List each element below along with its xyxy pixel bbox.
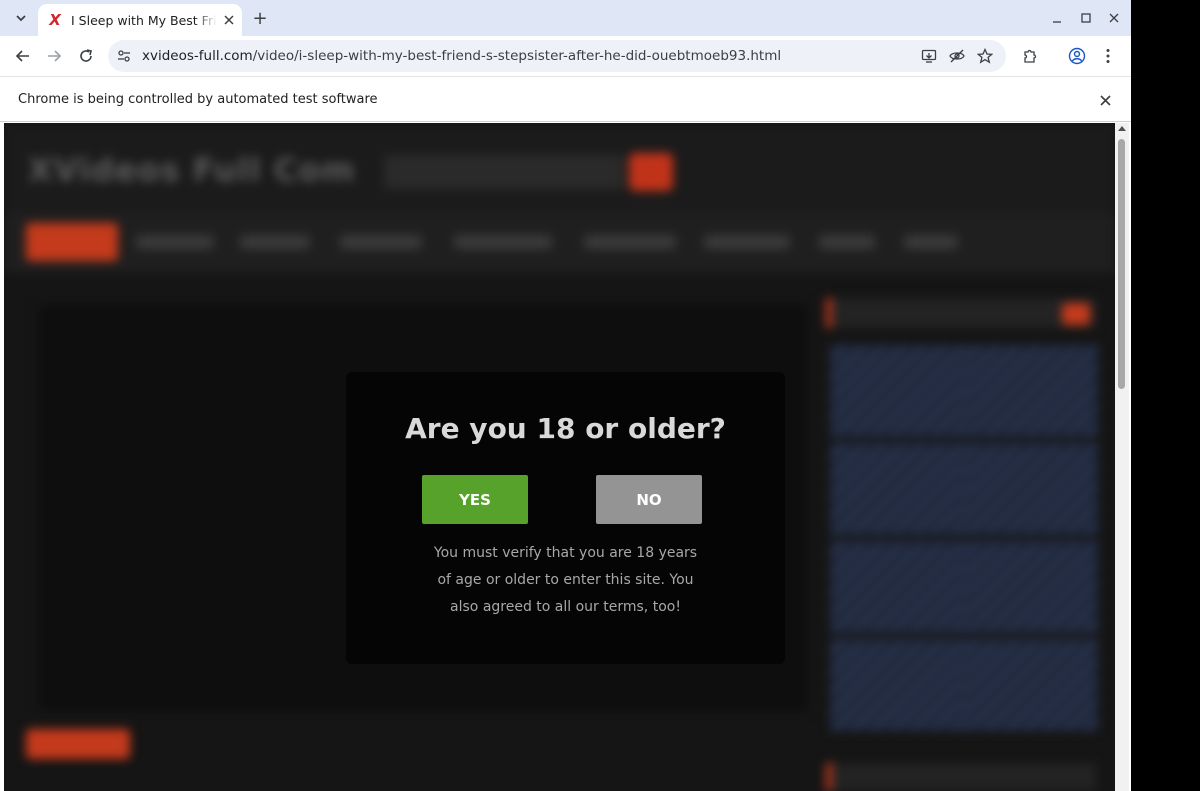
url-text[interactable]: xvideos-full.com/video/i-sleep-with-my-b… [142,48,781,64]
yes-button[interactable]: YES [422,475,528,524]
browser-window: X I Sleep with My Best Friend's Stepsist… [0,0,1131,791]
video-thumbnail [830,639,964,731]
close-icon [1099,94,1111,106]
infobar-close-button[interactable] [1095,90,1115,110]
site-nav-item [340,235,422,249]
automation-infobar: Chrome is being controlled by automated … [0,76,1131,122]
browser-toolbar: xvideos-full.com/video/i-sleep-with-my-b… [0,36,1131,76]
sidebar-header [826,298,1096,328]
maximize-icon [1081,13,1091,23]
site-action-button [26,729,130,759]
site-nav-item [136,235,214,249]
minimize-icon [1053,21,1061,23]
site-nav-item [240,235,310,249]
tab-strip: X I Sleep with My Best Friend's Stepsist… [0,0,1131,36]
minimize-button[interactable] [1047,8,1067,28]
site-info-button[interactable] [116,48,132,64]
tab-close-button[interactable] [221,12,237,28]
video-thumbnail [830,541,964,633]
tracking-protection-button[interactable] [948,47,966,65]
video-thumbnail [830,345,964,437]
site-nav-item [584,235,676,249]
page-viewport: XVideos Full Com Are you 18 or older? YE… [4,123,1115,791]
site-nav-active-item [26,223,118,261]
site-nav-item [904,235,958,249]
site-search-input [384,155,624,189]
sidebar-header-button [1062,303,1090,325]
site-nav-item [704,235,790,249]
sidebar-section-accent [826,763,832,791]
scroll-up-arrow-icon[interactable] [1118,126,1126,131]
active-tab[interactable]: X I Sleep with My Best Friend's Stepsist… [38,4,242,36]
new-tab-button[interactable]: + [250,8,270,29]
close-icon [224,15,234,25]
tab-title: I Sleep with My Best Friend's Stepsister… [71,12,217,28]
sidebar-section-header [826,763,1096,791]
video-thumbnail [964,345,1098,437]
no-button[interactable]: NO [596,475,702,524]
tab-search-button[interactable] [10,7,32,29]
site-nav-item [454,235,552,249]
age-verification-modal: Are you 18 or older? YES NO You must ver… [346,372,785,664]
back-icon [15,50,29,62]
video-thumbnail [830,443,964,535]
site-logo: XVideos Full Com [28,151,356,189]
extensions-button[interactable] [1018,44,1042,68]
site-info-icon [118,50,130,62]
profile-button[interactable] [1065,44,1089,68]
site-favicon-icon: X [49,11,61,29]
site-search-button [629,153,673,191]
video-thumbnail [964,639,1098,731]
video-thumbnail [964,443,1098,535]
eye-off-icon [949,49,965,63]
modal-title: Are you 18 or older? [405,412,726,445]
profile-icon [1068,47,1086,65]
install-app-button[interactable] [920,47,938,65]
bookmark-button[interactable] [976,47,994,65]
reload-icon [80,49,92,62]
forward-icon [48,50,62,62]
video-thumbnail [964,541,1098,633]
address-bar[interactable]: xvideos-full.com/video/i-sleep-with-my-b… [108,40,1006,72]
site-nav-item [819,235,875,249]
modal-message: You must verify that you are 18 years of… [433,545,698,615]
scrollbar-thumb[interactable] [1118,139,1125,389]
star-icon [977,48,993,64]
reload-button[interactable] [74,44,98,68]
extensions-icon [1024,49,1037,63]
install-app-icon [921,49,937,63]
forward-button[interactable] [42,44,66,68]
url-host: xvideos-full.com [142,48,253,64]
window-close-button[interactable] [1104,8,1124,28]
url-path: /video/i-sleep-with-my-best-friend-s-ste… [252,48,782,64]
infobar-text: Chrome is being controlled by automated … [18,92,378,107]
page-scrollbar[interactable] [1115,123,1129,791]
more-menu-button[interactable] [1096,44,1120,68]
close-icon [1109,13,1119,23]
tab-search-icon [16,15,26,22]
sidebar-header-accent [826,298,832,328]
more-icon [1106,49,1110,63]
back-button[interactable] [11,44,35,68]
desktop-background [1131,0,1200,791]
maximize-button[interactable] [1076,8,1096,28]
